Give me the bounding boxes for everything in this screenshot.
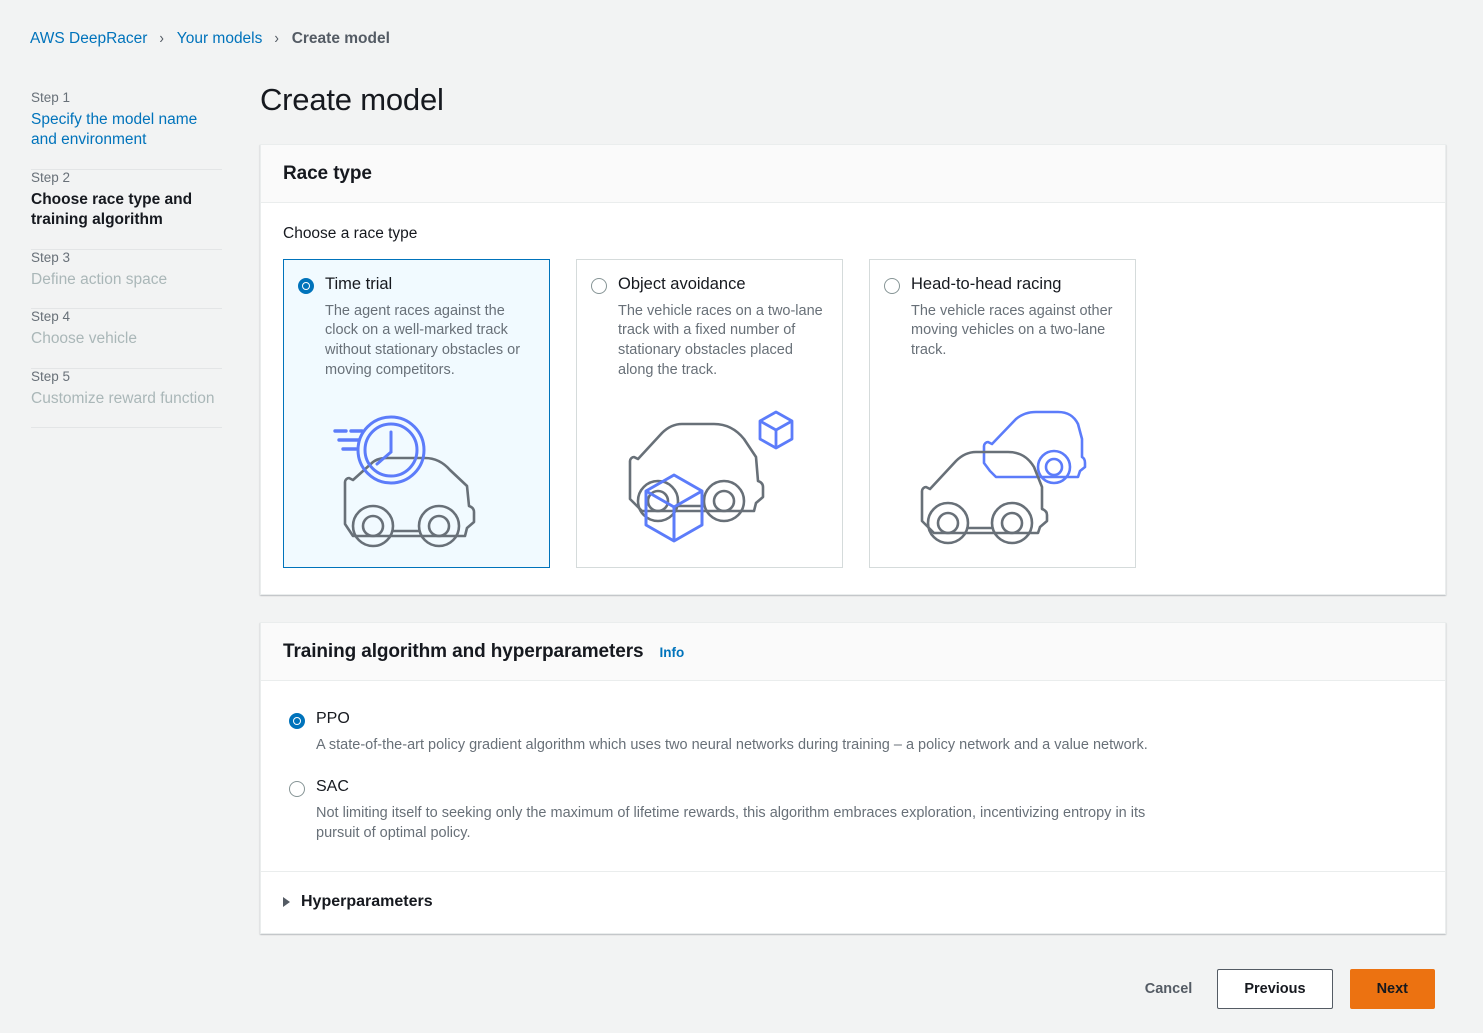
algorithm-radio-group: PPO A state-of-the-art policy gradient a… <box>283 703 1423 843</box>
race-type-panel-header: Race type <box>261 145 1445 203</box>
algorithm-option-sac-description: Not limiting itself to seeking only the … <box>316 804 1146 841</box>
breadcrumb-item-your-models[interactable]: Your models <box>177 30 263 48</box>
car-with-boxes-icon <box>591 381 827 555</box>
radio-object-avoidance[interactable] <box>591 278 607 294</box>
next-button[interactable]: Next <box>1349 968 1435 1009</box>
algorithm-option-ppo[interactable]: PPO A state-of-the-art policy gradient a… <box>289 709 1423 755</box>
race-type-tile-head-to-head-head: Head-to-head racing <box>884 274 1120 295</box>
sidebar-step-1-number: Step 1 <box>31 90 71 105</box>
sidebar-step-5: Step 5 Customize reward function <box>31 369 222 427</box>
radio-head-to-head[interactable] <box>884 278 900 294</box>
race-type-panel: Race type Choose a race type Time trial … <box>260 144 1446 595</box>
two-cars-icon <box>884 391 1120 555</box>
hyperparameters-expander[interactable]: Hyperparameters <box>261 872 1445 933</box>
race-type-field-label: Choose a race type <box>283 225 418 242</box>
sidebar-step-5-label: Customize reward function <box>31 389 215 407</box>
sidebar-step-4-label: Choose vehicle <box>31 330 137 348</box>
hyperparameters-expander-label: Hyperparameters <box>301 892 433 910</box>
sidebar-step-2-number: Step 2 <box>31 169 71 185</box>
breadcrumb: AWS DeepRacer › Your models › Create mod… <box>0 0 1483 58</box>
cancel-button[interactable]: Cancel <box>1137 971 1201 1007</box>
sidebar-step-3: Step 3 Define action space <box>31 250 222 308</box>
sidebar-step-1-label[interactable]: Specify the model name and environment <box>31 110 222 151</box>
race-type-panel-body: Choose a race type Time trial The agent … <box>261 203 1445 594</box>
training-algorithm-heading: Training algorithm and hyperparameters <box>283 640 644 662</box>
race-type-heading: Race type <box>283 163 372 184</box>
sidebar-step-5-number: Step 5 <box>31 368 71 384</box>
algorithm-option-ppo-description: A state-of-the-art policy gradient algor… <box>316 736 1148 753</box>
race-type-tile-object-avoidance-head: Object avoidance <box>591 274 827 295</box>
sidebar-step-4: Step 4 Choose vehicle <box>31 309 222 367</box>
page-title: Create model <box>260 82 444 117</box>
algorithm-option-ppo-label: PPO <box>316 709 350 727</box>
sidebar-step-2[interactable]: Step 2 Choose race type and training alg… <box>31 170 222 249</box>
page-layout: Step 1 Specify the model name and enviro… <box>0 58 1483 1009</box>
previous-button[interactable]: Previous <box>1217 968 1333 1009</box>
chevron-right-icon: › <box>159 30 165 47</box>
algorithm-option-sac-label: SAC <box>316 777 349 795</box>
race-type-tile-head-to-head-label: Head-to-head racing <box>911 275 1062 293</box>
race-type-tile-object-avoidance[interactable]: Object avoidance The vehicle races on a … <box>576 259 843 568</box>
race-type-tile-head-to-head-description: The vehicle races against other moving v… <box>911 302 1113 359</box>
radio-ppo[interactable] <box>289 712 305 729</box>
radio-time-trial[interactable] <box>298 278 314 294</box>
breadcrumb-item-create-model: Create model <box>291 30 390 47</box>
race-type-tile-head-to-head[interactable]: Head-to-head racing The vehicle races ag… <box>869 259 1136 568</box>
caret-right-icon <box>283 896 290 907</box>
sidebar-step-4-number: Step 4 <box>31 309 71 325</box>
training-algorithm-panel-body: PPO A state-of-the-art policy gradient a… <box>261 681 1445 847</box>
algorithm-option-ppo-head[interactable]: PPO <box>289 709 1423 729</box>
race-type-tile-object-avoidance-description: The vehicle races on a two-lane track wi… <box>618 302 823 378</box>
main-content: Create model Race type Choose a race typ… <box>252 68 1457 1009</box>
chevron-right-icon: › <box>274 30 280 47</box>
race-type-tile-object-avoidance-label: Object avoidance <box>618 275 746 293</box>
training-algorithm-panel: Training algorithm and hyperparameters I… <box>260 621 1446 934</box>
sidebar-step-2-label: Choose race type and training algorithm <box>31 190 193 229</box>
radio-sac[interactable] <box>289 780 305 797</box>
algorithm-option-sac[interactable]: SAC Not limiting itself to seeking only … <box>289 777 1423 843</box>
race-type-tile-group: Time trial The agent races against the c… <box>283 259 1423 568</box>
training-algorithm-panel-header: Training algorithm and hyperparameters I… <box>261 622 1445 681</box>
race-type-tile-time-trial-head: Time trial <box>298 274 534 295</box>
sidebar-step-1[interactable]: Step 1 Specify the model name and enviro… <box>31 90 222 169</box>
race-type-tile-time-trial-description: The agent races against the clock on a w… <box>325 302 521 378</box>
race-type-tile-time-trial[interactable]: Time trial The agent races against the c… <box>283 259 550 568</box>
sidebar-divider <box>31 427 222 429</box>
algorithm-option-sac-head[interactable]: SAC <box>289 777 1423 797</box>
wizard-footer: Cancel Previous Next <box>260 961 1446 1009</box>
breadcrumb-item-aws-deepracer[interactable]: AWS DeepRacer <box>30 30 147 48</box>
car-with-clock-icon <box>298 396 534 555</box>
info-link[interactable]: Info <box>659 645 684 660</box>
sidebar-step-3-number: Step 3 <box>31 249 71 265</box>
race-type-tile-time-trial-label: Time trial <box>325 275 393 293</box>
wizard-steps-sidebar: Step 1 Specify the model name and enviro… <box>0 68 252 429</box>
sidebar-step-3-label: Define action space <box>31 270 168 288</box>
